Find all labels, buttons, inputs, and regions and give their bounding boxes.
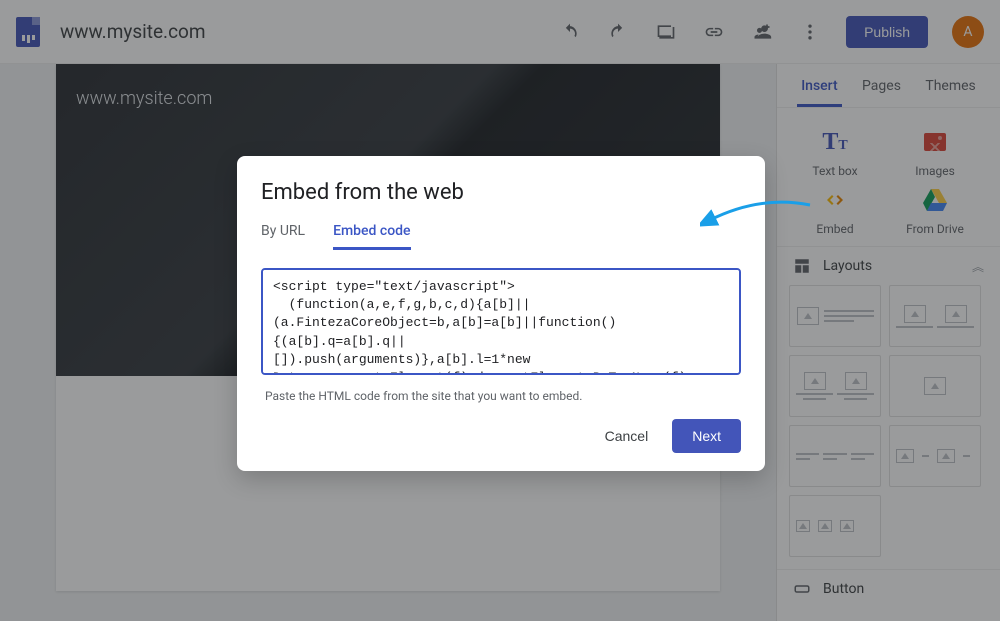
embed-dialog: Embed from the web By URL Embed code Pas… bbox=[237, 156, 765, 471]
next-button[interactable]: Next bbox=[672, 419, 741, 453]
embed-code-input[interactable] bbox=[261, 268, 741, 375]
tab-embed-code[interactable]: Embed code bbox=[333, 223, 410, 250]
tab-by-url[interactable]: By URL bbox=[261, 223, 305, 250]
dialog-tabs: By URL Embed code bbox=[261, 223, 741, 250]
cancel-button[interactable]: Cancel bbox=[589, 419, 665, 453]
dialog-title: Embed from the web bbox=[261, 180, 741, 205]
dialog-hint: Paste the HTML code from the site that y… bbox=[265, 389, 737, 403]
